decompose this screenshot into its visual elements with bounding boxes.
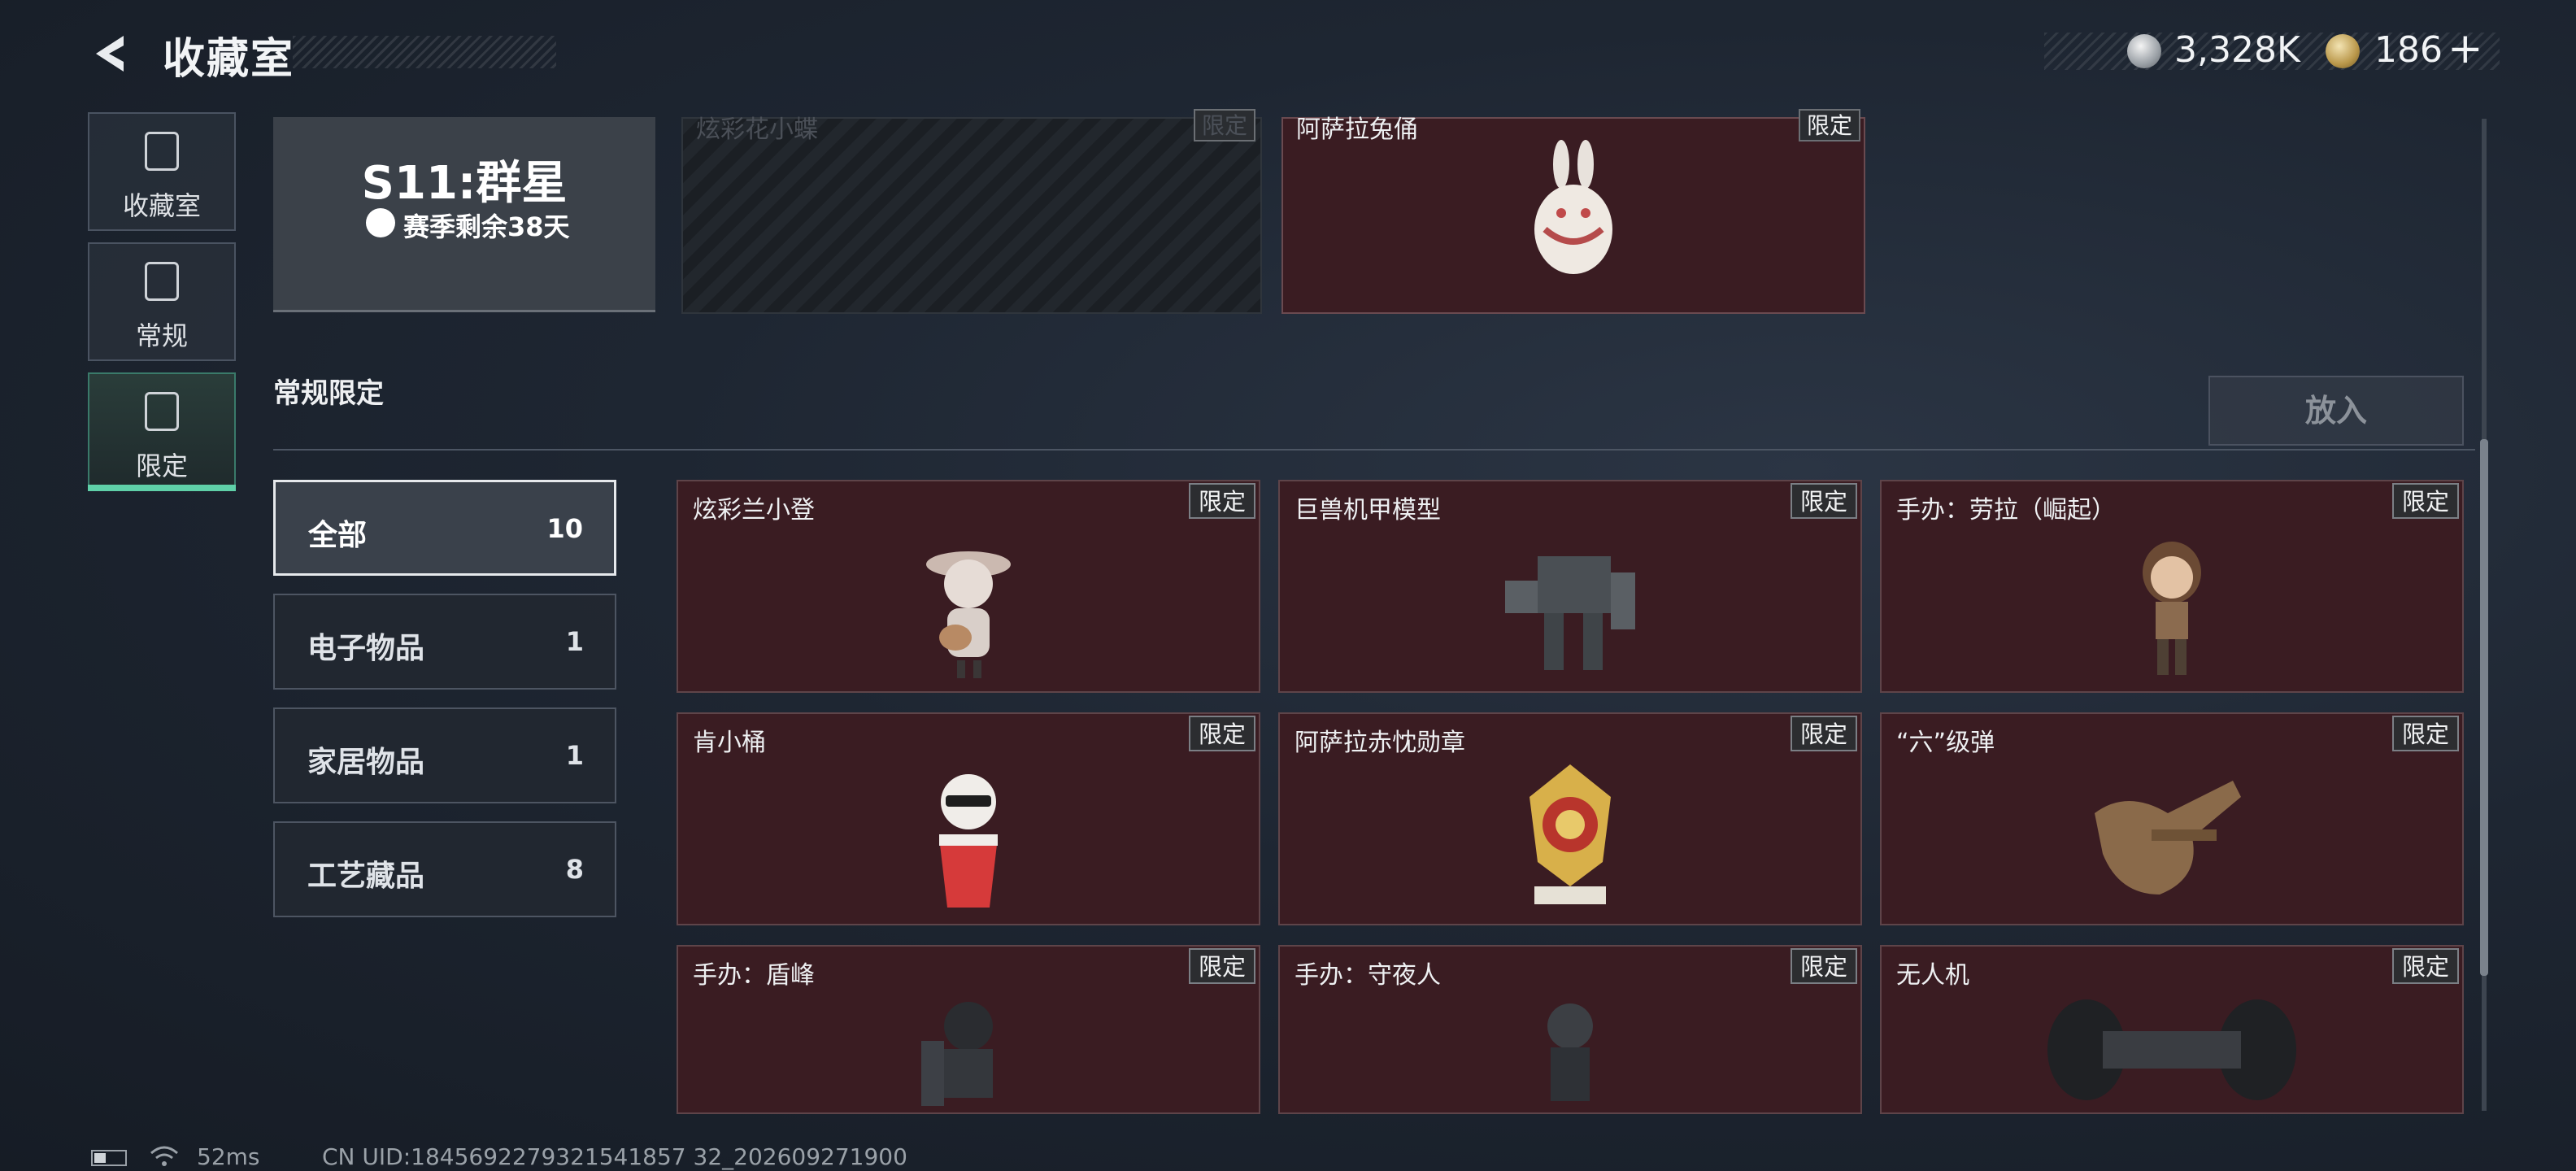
item-name: 无人机	[1896, 961, 1969, 990]
shield-figurine-icon	[921, 1002, 993, 1106]
item-name: 手办：盾峰	[693, 961, 815, 990]
page-title: 收藏室	[163, 35, 295, 84]
back-arrow-icon[interactable]	[88, 31, 133, 76]
limited-badge: 限定	[1790, 716, 1857, 751]
item-card[interactable]: 肯小桶 限定	[677, 712, 1260, 925]
category-all[interactable]: 全部 10	[273, 480, 616, 576]
limited-badge: 限定	[1188, 948, 1255, 984]
item-name: “六”级弹	[1896, 729, 1995, 757]
silver-coin-icon	[2127, 34, 2161, 68]
medal-icon	[1530, 764, 1611, 904]
nav-item-regular[interactable]: 常规	[88, 242, 236, 361]
bucket-figurine-icon	[939, 774, 998, 908]
category-home[interactable]: 家居物品 1	[273, 707, 616, 803]
section-title: 常规限定	[273, 377, 384, 410]
limited-badge: 限定	[2391, 716, 2459, 751]
item-card[interactable]: 阿萨拉赤忱勋章 限定	[1278, 712, 1862, 925]
item-card[interactable]: “六”级弹 限定	[1880, 712, 2464, 925]
bullet-hand-icon	[2095, 781, 2241, 895]
nav-item-limited[interactable]: 限定	[88, 372, 236, 491]
category-electronics[interactable]: 电子物品 1	[273, 594, 616, 690]
nav-label: 常规	[135, 320, 188, 351]
item-card[interactable]: 无人机 限定	[1880, 945, 2464, 1114]
user-uid: CN UID:1845692279321541857 32_2026092719…	[322, 1143, 907, 1170]
guitar-figurine-icon	[926, 551, 1011, 678]
drone-icon	[2047, 999, 2296, 1100]
category-name: 家居物品	[307, 746, 425, 779]
season-remaining: 赛季剩余38天	[403, 211, 570, 242]
limited-icon	[145, 392, 179, 431]
lara-figurine-icon	[2143, 542, 2201, 675]
season-name: S11:群星	[361, 157, 568, 210]
top-card-empty[interactable]	[681, 117, 1262, 314]
category-name: 全部	[308, 519, 368, 552]
top-card-name: 阿萨拉兔俑	[1296, 115, 1418, 144]
nav-label: 限定	[135, 451, 188, 481]
night-watcher-figurine-icon	[1547, 1003, 1593, 1101]
limited-badge: 限定	[1790, 948, 1857, 984]
category-crafts[interactable]: 工艺藏品 8	[273, 821, 616, 917]
limited-badge: 限定	[1188, 716, 1255, 751]
clock-icon	[366, 208, 395, 237]
limited-badge: 限定	[1188, 483, 1255, 519]
category-name: 电子物品	[307, 632, 425, 665]
nav-item-collection[interactable]: 收藏室	[88, 112, 236, 231]
wifi-icon	[150, 1146, 178, 1166]
ping-value: 52ms	[197, 1143, 260, 1170]
category-count: 1	[565, 740, 584, 771]
top-card-name: 炫彩花小蝶	[696, 115, 818, 144]
collection-icon	[145, 132, 179, 171]
nav-label: 收藏室	[122, 190, 201, 221]
item-card[interactable]: 巨兽机甲模型 限定	[1278, 480, 1862, 693]
item-card[interactable]: 手办：守夜人 限定	[1278, 945, 1862, 1114]
top-card-rabbit[interactable]	[1281, 117, 1865, 314]
regular-icon	[145, 262, 179, 301]
item-name: 炫彩兰小登	[693, 496, 815, 525]
item-name: 手办：守夜人	[1295, 961, 1441, 990]
gold-coin-icon	[2326, 34, 2360, 68]
mech-model-icon	[1505, 556, 1635, 670]
category-count: 1	[565, 626, 584, 657]
add-currency-button[interactable]: +	[2448, 24, 2483, 73]
item-card[interactable]: 手办：劳拉（崛起） 限定	[1880, 480, 2464, 693]
battery-level-icon	[94, 1153, 106, 1163]
section-divider	[273, 449, 2475, 451]
limited-badge: 限定	[1790, 483, 1857, 519]
put-in-button[interactable]: 放入	[2208, 376, 2464, 446]
category-count: 8	[565, 854, 584, 885]
silver-currency-value: 3,328K	[2174, 29, 2300, 71]
item-card[interactable]: 炫彩兰小登 限定	[677, 480, 1260, 693]
category-name: 工艺藏品	[307, 860, 425, 893]
limited-badge: 限定	[1194, 109, 1256, 141]
limited-badge: 限定	[2391, 948, 2459, 984]
category-count: 10	[546, 513, 583, 544]
rabbit-figurine-icon	[1534, 140, 1612, 274]
item-name: 手办：劳拉（崛起）	[1896, 496, 2116, 525]
nav-active-indicator	[88, 485, 236, 491]
item-name: 巨兽机甲模型	[1295, 496, 1441, 525]
item-name: 肯小桶	[693, 729, 766, 757]
title-decoration	[293, 36, 556, 68]
item-name: 阿萨拉赤忱勋章	[1295, 729, 1465, 757]
scrollbar-thumb[interactable]	[2480, 439, 2488, 976]
limited-badge: 限定	[1799, 109, 1861, 141]
limited-badge: 限定	[2391, 483, 2459, 519]
item-card[interactable]: 手办：盾峰 限定	[677, 945, 1260, 1114]
gold-currency-value: 186	[2374, 29, 2443, 71]
